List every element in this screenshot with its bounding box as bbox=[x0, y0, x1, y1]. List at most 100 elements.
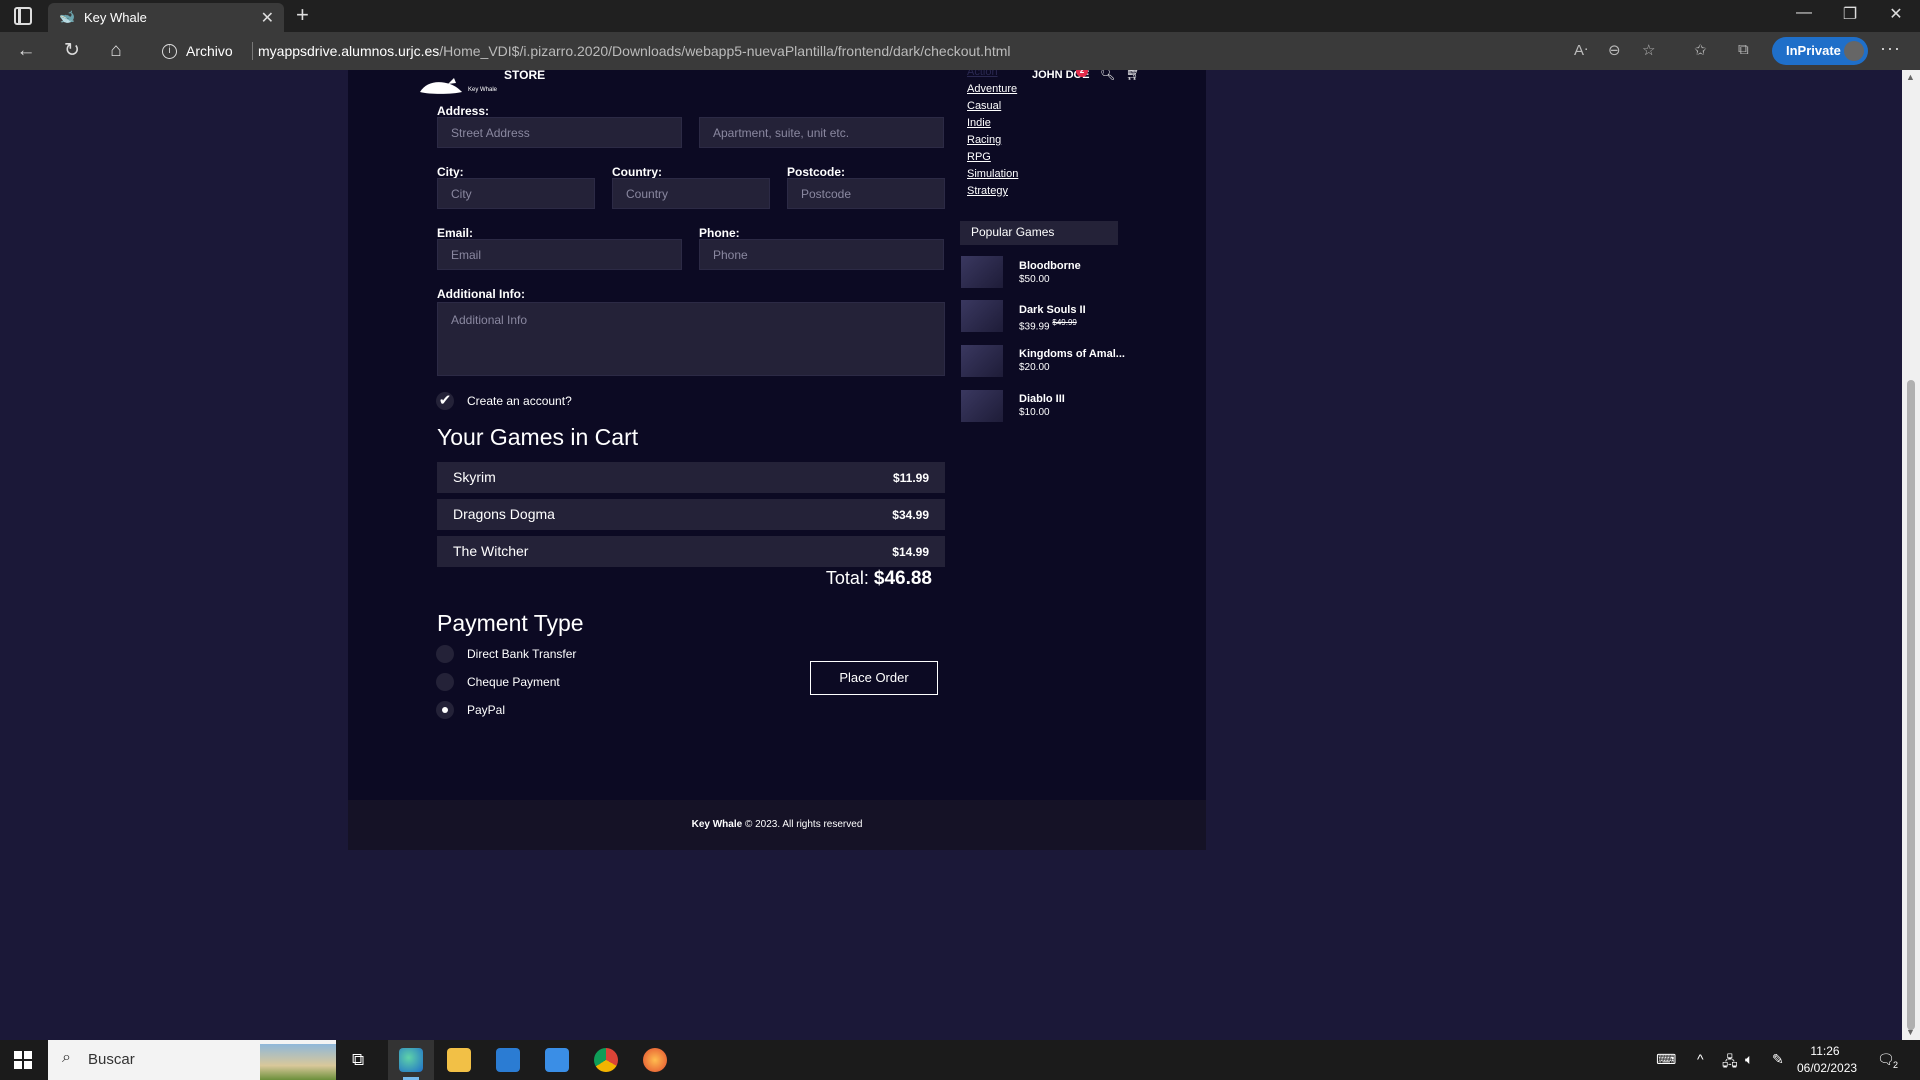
game-name[interactable]: Diablo III bbox=[1019, 393, 1065, 405]
scrollbar-thumb[interactable] bbox=[1907, 380, 1915, 1030]
input-indicator-icon[interactable]: ⌨ bbox=[1656, 1051, 1676, 1068]
volume-icon[interactable]: 🔈︎ bbox=[1745, 1051, 1753, 1068]
mail-icon[interactable] bbox=[545, 1048, 569, 1072]
country-input[interactable]: Country bbox=[612, 178, 770, 209]
total-value: $46.88 bbox=[873, 568, 932, 589]
firefox-icon[interactable] bbox=[643, 1048, 667, 1072]
search-icon[interactable]: 🔍︎ bbox=[1100, 70, 1115, 81]
address-label: Address: bbox=[437, 104, 490, 118]
email-label: Email: bbox=[437, 226, 474, 240]
taskbar-search-placeholder: Buscar bbox=[88, 1051, 135, 1068]
read-aloud-icon[interactable]: Aᐧ bbox=[1574, 41, 1588, 59]
cart-title: Your Games in Cart bbox=[437, 424, 639, 450]
cart-icon[interactable]: 🛒︎ bbox=[1126, 70, 1141, 81]
category-link[interactable]: Strategy bbox=[967, 185, 1008, 197]
restore-icon[interactable]: ❐ bbox=[1830, 4, 1870, 24]
profile-avatar bbox=[1844, 41, 1864, 61]
address-bar: ← ↻ ⌂ i Archivo myappsdrive.alumnos.urjc… bbox=[0, 32, 1920, 70]
place-order-button[interactable]: Place Order bbox=[810, 661, 938, 695]
add-favorite-icon[interactable]: ☆ bbox=[1642, 41, 1655, 59]
category-link[interactable]: Casual bbox=[967, 100, 1001, 112]
new-tab-icon[interactable]: + bbox=[296, 2, 309, 28]
windows-start-icon[interactable] bbox=[14, 1051, 32, 1069]
game-price: $50.00 bbox=[1019, 274, 1050, 285]
windows-taskbar: ⌕ Buscar ⧉ ⌨ ^ 🖧 🔈︎ ✎ 11:26 06/02/2023 🗨… bbox=[0, 1040, 1920, 1080]
email-input[interactable]: Email bbox=[437, 239, 682, 270]
additional-info-textarea[interactable]: Additional Info bbox=[437, 302, 945, 376]
cart-item-price: $11.99 bbox=[892, 471, 929, 485]
checkmark-icon: ✔ bbox=[438, 392, 452, 409]
search-highlight-image bbox=[260, 1044, 336, 1080]
category-link[interactable]: Indie bbox=[967, 117, 991, 129]
scroll-down-icon[interactable]: ▼ bbox=[1906, 1027, 1915, 1037]
tab-actions-icon[interactable] bbox=[14, 7, 32, 25]
category-link[interactable]: Adventure bbox=[967, 83, 1017, 95]
postcode-input[interactable]: Postcode bbox=[787, 178, 945, 209]
favorites-icon[interactable]: ✩ bbox=[1694, 41, 1707, 59]
game-thumbnail[interactable] bbox=[961, 345, 1003, 377]
payment-label-bank: Direct Bank Transfer bbox=[467, 647, 577, 661]
game-name[interactable]: Kingdoms of Amal... bbox=[1019, 348, 1125, 360]
game-thumbnail[interactable] bbox=[961, 300, 1003, 332]
task-view-icon[interactable]: ⧉ bbox=[352, 1050, 364, 1070]
pen-icon[interactable]: ✎ bbox=[1772, 1051, 1784, 1068]
apartment-input[interactable]: Apartment, suite, unit etc. bbox=[699, 117, 944, 148]
payment-radio-bank[interactable] bbox=[436, 645, 454, 663]
cart-item-name: The Witcher bbox=[453, 543, 529, 559]
footer-copyright: © 2023. All rights reserved bbox=[744, 819, 863, 830]
phone-input[interactable]: Phone bbox=[699, 239, 944, 270]
url-field[interactable]: i Archivo myappsdrive.alumnos.urjc.es/Ho… bbox=[150, 36, 1730, 66]
game-name[interactable]: Dark Souls II bbox=[1019, 304, 1086, 316]
refresh-icon[interactable]: ↻ bbox=[60, 39, 84, 63]
network-icon[interactable]: 🖧 bbox=[1722, 1051, 1738, 1075]
collections-icon[interactable]: ⧉ bbox=[1738, 41, 1749, 58]
category-link[interactable]: Simulation bbox=[967, 168, 1018, 180]
country-label: Country: bbox=[612, 165, 662, 179]
scroll-up-icon[interactable]: ▲ bbox=[1906, 72, 1915, 82]
street-address-input[interactable]: Street Address bbox=[437, 117, 682, 148]
tab-title: Key Whale bbox=[84, 10, 147, 25]
chrome-icon[interactable] bbox=[594, 1048, 618, 1072]
city-input[interactable]: City bbox=[437, 178, 595, 209]
zoom-icon[interactable]: ⊖ bbox=[1608, 41, 1621, 59]
payment-radio-cheque[interactable] bbox=[436, 673, 454, 691]
file-label: Archivo bbox=[186, 43, 233, 59]
clock-time: 11:26 bbox=[1810, 1044, 1840, 1058]
game-price: $39.99 $49.99 bbox=[1019, 318, 1077, 333]
additional-info-label: Additional Info: bbox=[437, 287, 525, 301]
store-icon[interactable] bbox=[496, 1048, 520, 1072]
browser-menu-icon[interactable]: ··· bbox=[1880, 38, 1901, 59]
url-text[interactable]: myappsdrive.alumnos.urjc.es/Home_VDI$/i.… bbox=[258, 43, 1011, 59]
taskbar-clock[interactable]: 11:26 06/02/2023 bbox=[1797, 1043, 1857, 1077]
home-icon[interactable]: ⌂ bbox=[104, 39, 128, 63]
create-account-label: Create an account? bbox=[467, 394, 572, 408]
cart-item-price: $14.99 bbox=[892, 545, 929, 559]
tray-chevron-icon[interactable]: ^ bbox=[1697, 1051, 1704, 1067]
category-link[interactable]: RPG bbox=[967, 151, 991, 163]
create-account-checkbox[interactable]: ✔ bbox=[436, 392, 454, 410]
minimize-icon[interactable]: — bbox=[1784, 4, 1824, 22]
close-tab-icon[interactable]: ✕ bbox=[261, 8, 274, 28]
game-thumbnail[interactable] bbox=[961, 256, 1003, 288]
file-explorer-icon[interactable] bbox=[447, 1048, 471, 1072]
inprivate-button[interactable]: InPrivate bbox=[1772, 37, 1868, 65]
game-price: $10.00 bbox=[1019, 407, 1050, 418]
close-window-icon[interactable]: ✕ bbox=[1876, 4, 1916, 24]
info-icon[interactable]: i bbox=[162, 44, 177, 59]
web-page: Key Whale STORE JOHN DOE 2 🔍︎ 🛒︎ Address… bbox=[0, 70, 1902, 1040]
payment-radio-paypal[interactable] bbox=[436, 701, 454, 719]
browser-tab[interactable]: 🐋 Key Whale ✕ bbox=[48, 3, 284, 32]
edge-taskbar-button[interactable] bbox=[388, 1040, 434, 1080]
category-link[interactable]: Racing bbox=[967, 134, 1001, 146]
search-icon: ⌕ bbox=[62, 1049, 71, 1066]
category-link[interactable]: Action bbox=[967, 70, 998, 78]
cart-item-price: $34.99 bbox=[892, 508, 929, 522]
taskbar-search-input[interactable]: ⌕ Buscar bbox=[48, 1040, 336, 1080]
payment-title: Payment Type bbox=[437, 610, 584, 636]
back-icon[interactable]: ← bbox=[14, 39, 38, 63]
game-name[interactable]: Bloodborne bbox=[1019, 260, 1081, 272]
nav-store-link[interactable]: STORE bbox=[504, 70, 545, 82]
key-whale-logo[interactable]: Key Whale bbox=[418, 76, 498, 98]
game-thumbnail[interactable] bbox=[961, 390, 1003, 422]
page-scrollbar[interactable]: ▲ ▼ bbox=[1902, 70, 1920, 1040]
